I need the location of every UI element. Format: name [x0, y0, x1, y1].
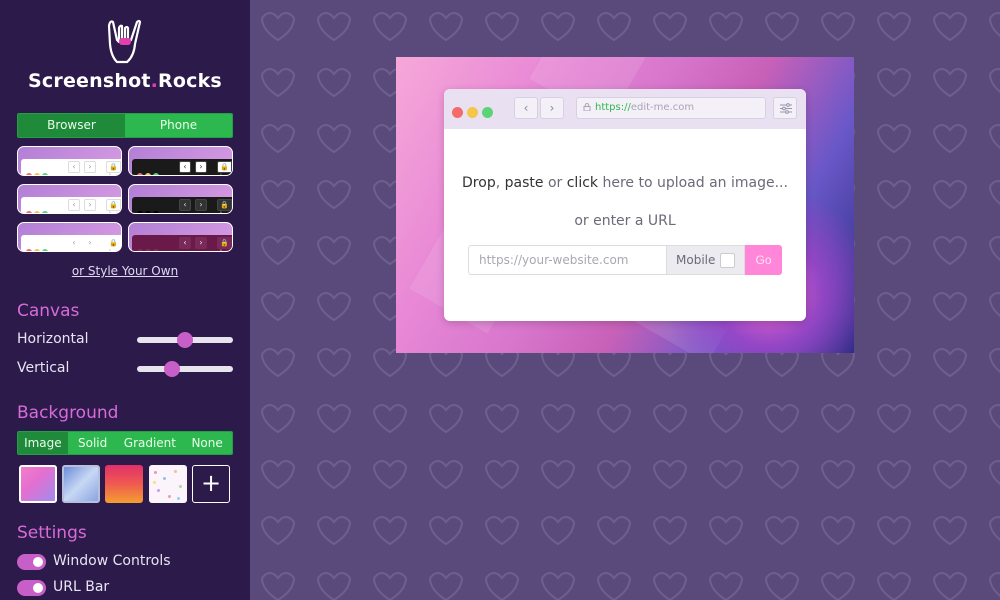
browser-chrome: ‹ › https://edit-me.com: [444, 89, 806, 129]
vertical-slider[interactable]: [137, 361, 233, 377]
bg-tab-image[interactable]: Image: [18, 432, 68, 454]
horizontal-slider[interactable]: [137, 332, 233, 348]
website-url-input[interactable]: [468, 245, 666, 275]
sliders-icon: [780, 103, 792, 114]
window-controls-label: Window Controls: [53, 553, 171, 569]
theme-maroon[interactable]: ‹›🔒h: [128, 222, 233, 252]
chevron-right-icon: ›: [549, 101, 555, 115]
bg-tab-gradient[interactable]: Gradient: [117, 432, 183, 454]
theme-light-3[interactable]: ‹›🔒h: [17, 222, 122, 252]
mode-switch: Browser Phone: [17, 113, 233, 138]
mobile-option: Mobile: [666, 245, 745, 275]
window-controls-toggle[interactable]: [17, 554, 46, 570]
style-your-own-link[interactable]: or Style Your Own: [0, 264, 250, 278]
close-dot-icon[interactable]: [452, 107, 463, 118]
url-bar-toggle[interactable]: [17, 580, 46, 596]
brand-title: Screenshot.Rocks: [28, 70, 222, 92]
window-controls: [452, 103, 497, 122]
theme-light-2[interactable]: ‹›🔒h: [17, 184, 122, 214]
horizontal-slider-knob[interactable]: [177, 332, 193, 348]
bg-swatch-confetti[interactable]: [149, 465, 187, 503]
canvas-section-title: Canvas: [17, 301, 80, 321]
url-protocol: https://: [595, 102, 631, 113]
screenshot-canvas: ‹ › https://edit-me.com Drop, paste or c…: [396, 57, 854, 353]
background-type-switch: Image Solid Gradient None: [17, 431, 233, 455]
lock-icon: [583, 103, 591, 111]
mobile-label: Mobile: [676, 253, 716, 267]
url-host: edit-me.com: [630, 102, 695, 113]
vertical-label: Vertical: [17, 360, 70, 376]
url-bar[interactable]: https://edit-me.com: [576, 97, 766, 119]
maximize-dot-icon[interactable]: [482, 107, 493, 118]
main-area: ‹ › https://edit-me.com Drop, paste or c…: [250, 0, 1000, 600]
minimize-dot-icon[interactable]: [467, 107, 478, 118]
settings-section-title: Settings: [17, 523, 87, 543]
background-section-title: Background: [17, 403, 119, 423]
theme-dark-2[interactable]: ‹›🔒h: [128, 184, 233, 214]
sidebar: Screenshot.Rocks Browser Phone ‹›🔒h ‹›🔒h…: [0, 0, 250, 600]
bg-swatch-pink[interactable]: [19, 465, 57, 503]
tab-browser[interactable]: Browser: [18, 114, 125, 137]
theme-light-1[interactable]: ‹›🔒h: [17, 146, 122, 176]
rock-hand-logo-icon: [0, 18, 250, 66]
add-background-button[interactable]: +: [192, 465, 230, 503]
enter-url-text: or enter a URL: [574, 213, 676, 229]
chevron-left-icon: ‹: [523, 101, 529, 115]
forward-button[interactable]: ›: [540, 97, 564, 119]
settings-menu-button[interactable]: [773, 97, 797, 119]
url-bar-label: URL Bar: [53, 579, 110, 595]
bg-swatch-sunset[interactable]: [105, 465, 143, 503]
bg-tab-none[interactable]: None: [182, 432, 232, 454]
bg-tab-solid[interactable]: Solid: [67, 432, 118, 454]
bg-swatch-blue[interactable]: [62, 465, 100, 503]
horizontal-label: Horizontal: [17, 331, 89, 347]
vertical-slider-knob[interactable]: [164, 361, 180, 377]
browser-window: ‹ › https://edit-me.com Drop, paste or c…: [444, 89, 806, 321]
theme-dark-1[interactable]: ‹›🔒h: [128, 146, 233, 176]
back-button[interactable]: ‹: [514, 97, 538, 119]
upload-instructions[interactable]: Drop, paste or click here to upload an i…: [444, 175, 806, 191]
tab-phone[interactable]: Phone: [125, 114, 232, 137]
mobile-checkbox[interactable]: [720, 253, 735, 268]
go-button[interactable]: Go: [745, 245, 782, 275]
